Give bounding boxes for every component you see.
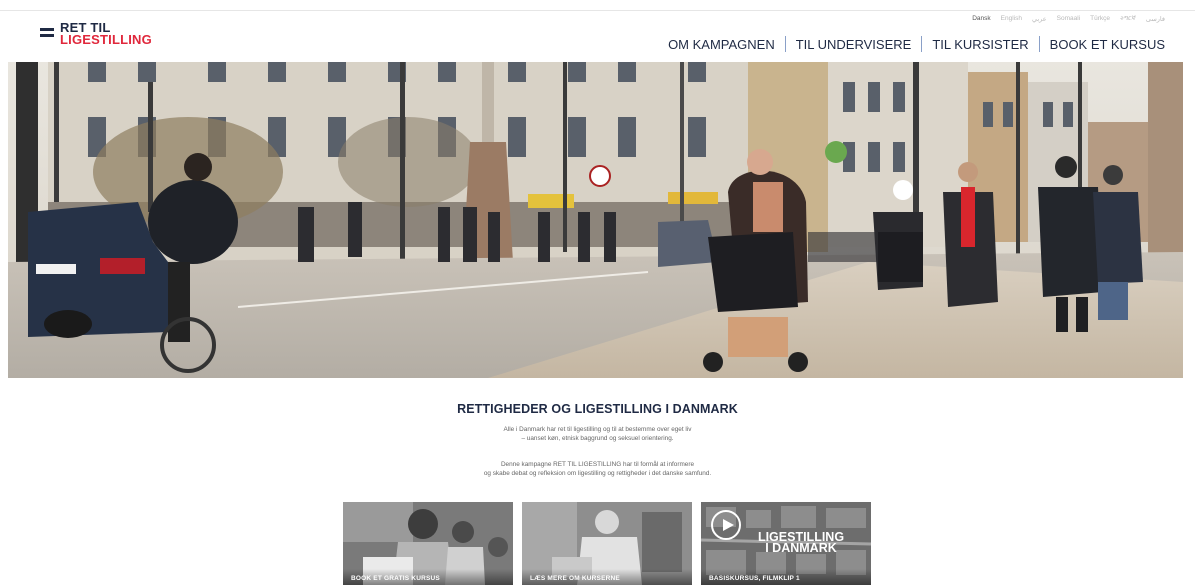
nav-til-undervisere[interactable]: TIL UNDERVISERE	[786, 37, 922, 52]
play-icon[interactable]	[711, 510, 741, 540]
intro-line-4: og skabe debat og refleksion om ligestil…	[483, 470, 712, 477]
lang-somali[interactable]: Somaali	[1057, 15, 1080, 23]
card-laes-mere[interactable]: LÆS MERE OM KURSERNE	[522, 502, 692, 585]
language-selector: Dansk English عربي Somaali Türkçe ትግርኛ ف…	[972, 15, 1165, 23]
intro-line-3: Denne kampagne RET TIL LIGESTILLING har …	[500, 461, 695, 468]
nav-til-kursister[interactable]: TIL KURSISTER	[922, 37, 1038, 52]
nav-book-et-kursus[interactable]: BOOK ET KURSUS	[1040, 37, 1165, 52]
card-label: LÆS MERE OM KURSERNE	[530, 575, 620, 582]
nav-om-kampagnen[interactable]: OM KAMPAGNEN	[658, 37, 785, 52]
intro-line-1: Alle i Danmark har ret til ligestilling …	[503, 426, 692, 433]
card-label: BOOK ET GRATIS KURSUS	[351, 575, 440, 582]
hero-street-photo	[8, 62, 1183, 378]
logo-equals-icon	[40, 28, 54, 40]
card-book-kursus[interactable]: BOOK ET GRATIS KURSUS	[343, 502, 513, 585]
card-label: BASISKURSUS, FILMKLIP 1	[709, 575, 800, 582]
video-title: LIGESTILLING I DANMARK	[757, 530, 845, 555]
main-nav: OM KAMPAGNEN TIL UNDERVISERE TIL KURSIST…	[658, 36, 1165, 52]
intro-line-2: – uanset køn, etnisk baggrund og seksuel…	[521, 435, 674, 442]
logo-line2: LIGESTILLING	[60, 32, 152, 47]
lang-tigrinya[interactable]: ትግርኛ	[1120, 15, 1136, 23]
lang-arabic[interactable]: عربي	[1032, 15, 1047, 23]
site-logo[interactable]: RET TIL LIGESTILLING	[40, 21, 152, 47]
lang-turkish[interactable]: Türkçe	[1090, 15, 1110, 23]
page-heading: RETTIGHEDER OG LIGESTILLING I DANMARK	[457, 402, 738, 416]
lang-dansk[interactable]: Dansk	[972, 15, 990, 23]
lang-farsi[interactable]: فارسی	[1146, 15, 1165, 23]
top-divider	[0, 10, 1195, 11]
lang-english[interactable]: English	[1001, 15, 1022, 23]
card-video[interactable]: LIGESTILLING I DANMARK BASISKURSUS, FILM…	[701, 502, 871, 585]
